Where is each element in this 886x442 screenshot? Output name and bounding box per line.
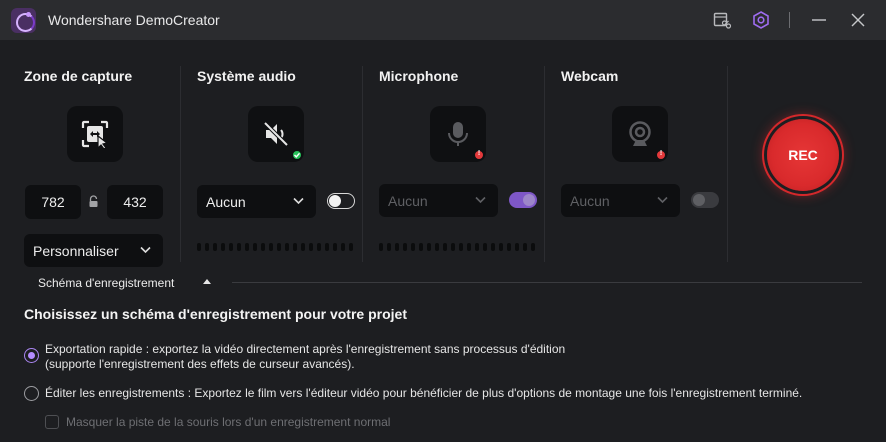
- title-bar: Wondershare DemoCreator: [0, 0, 886, 40]
- webcam-title: Webcam: [561, 68, 619, 84]
- system-audio-device-select[interactable]: Aucun: [197, 185, 316, 218]
- capture-zone-title: Zone de capture: [24, 68, 133, 84]
- capture-preset-value: Personnaliser: [33, 243, 119, 259]
- quick-export-label[interactable]: Exportation rapide : exportez la vidéo d…: [45, 342, 565, 372]
- titlebar-separator: [789, 12, 790, 28]
- chevron-down-icon: [293, 197, 304, 205]
- microphone-button[interactable]: !: [430, 106, 486, 162]
- schema-divider: [232, 282, 862, 283]
- section-divider: [727, 66, 728, 262]
- recording-schema-tab[interactable]: Schéma d'enregistrement: [38, 276, 174, 290]
- webcam-button[interactable]: !: [612, 106, 668, 162]
- schema-heading: Choisissez un schéma d'enregistrement po…: [24, 306, 407, 322]
- app-logo-icon: [11, 8, 36, 33]
- system-audio-level-meter: [197, 243, 353, 251]
- section-divider: [180, 66, 181, 262]
- chevron-down-icon: [657, 196, 668, 204]
- toggle-knob: [693, 194, 705, 206]
- system-audio-button[interactable]: [248, 106, 304, 162]
- status-ok-badge: [291, 149, 303, 161]
- toggle-knob: [329, 194, 341, 207]
- webcam-toggle[interactable]: [691, 192, 719, 208]
- minimize-icon[interactable]: [809, 10, 829, 30]
- section-divider: [544, 66, 545, 262]
- webcam-device-select[interactable]: Aucun: [561, 184, 680, 217]
- webcam-icon: [629, 121, 651, 146]
- section-divider: [362, 66, 363, 262]
- microphone-level-meter: [379, 243, 535, 251]
- microphone-device-select[interactable]: Aucun: [379, 184, 498, 217]
- microphone-toggle[interactable]: [509, 192, 537, 208]
- capture-area-icon: [81, 120, 109, 148]
- quick-export-radio[interactable]: [24, 348, 39, 363]
- hide-mouse-track-label: Masquer la piste de la souris lors d'un …: [66, 415, 391, 429]
- settings-hex-icon[interactable]: [751, 10, 771, 30]
- edit-recordings-radio[interactable]: [24, 386, 39, 401]
- system-audio-device-value: Aucun: [206, 194, 246, 210]
- capture-preset-select[interactable]: Personnaliser: [24, 234, 163, 267]
- edit-recordings-label[interactable]: Éditer les enregistrements : Exportez le…: [45, 386, 802, 401]
- system-audio-title: Système audio: [197, 68, 296, 84]
- hide-mouse-track-checkbox[interactable]: [45, 415, 59, 429]
- capture-height-input[interactable]: 432: [107, 185, 163, 219]
- screen-recorder-cut-icon[interactable]: [712, 10, 732, 30]
- chevron-down-icon: [140, 246, 151, 254]
- quick-export-line1: Exportation rapide : exportez la vidéo d…: [45, 342, 566, 356]
- capture-area-button[interactable]: [67, 106, 123, 162]
- chevron-down-icon: [475, 196, 486, 204]
- system-audio-toggle[interactable]: [327, 193, 355, 209]
- rec-button-label: REC: [788, 147, 818, 163]
- toggle-knob: [523, 194, 535, 206]
- capture-width-input[interactable]: 782: [25, 185, 81, 219]
- status-error-badge: !: [655, 149, 667, 161]
- speaker-muted-icon: [263, 121, 289, 147]
- collapse-caret-icon[interactable]: [203, 279, 211, 284]
- webcam-device-value: Aucun: [570, 193, 610, 209]
- microphone-icon: [448, 122, 468, 146]
- app-title: Wondershare DemoCreator: [48, 12, 220, 28]
- quick-export-line2: (supporte l'enregistrement des effets de…: [45, 357, 355, 371]
- status-error-badge: !: [473, 149, 485, 161]
- aspect-lock-icon[interactable]: [88, 195, 99, 208]
- close-icon[interactable]: [848, 10, 868, 30]
- check-icon: [294, 152, 301, 158]
- microphone-device-value: Aucun: [388, 193, 428, 209]
- microphone-title: Microphone: [379, 68, 459, 84]
